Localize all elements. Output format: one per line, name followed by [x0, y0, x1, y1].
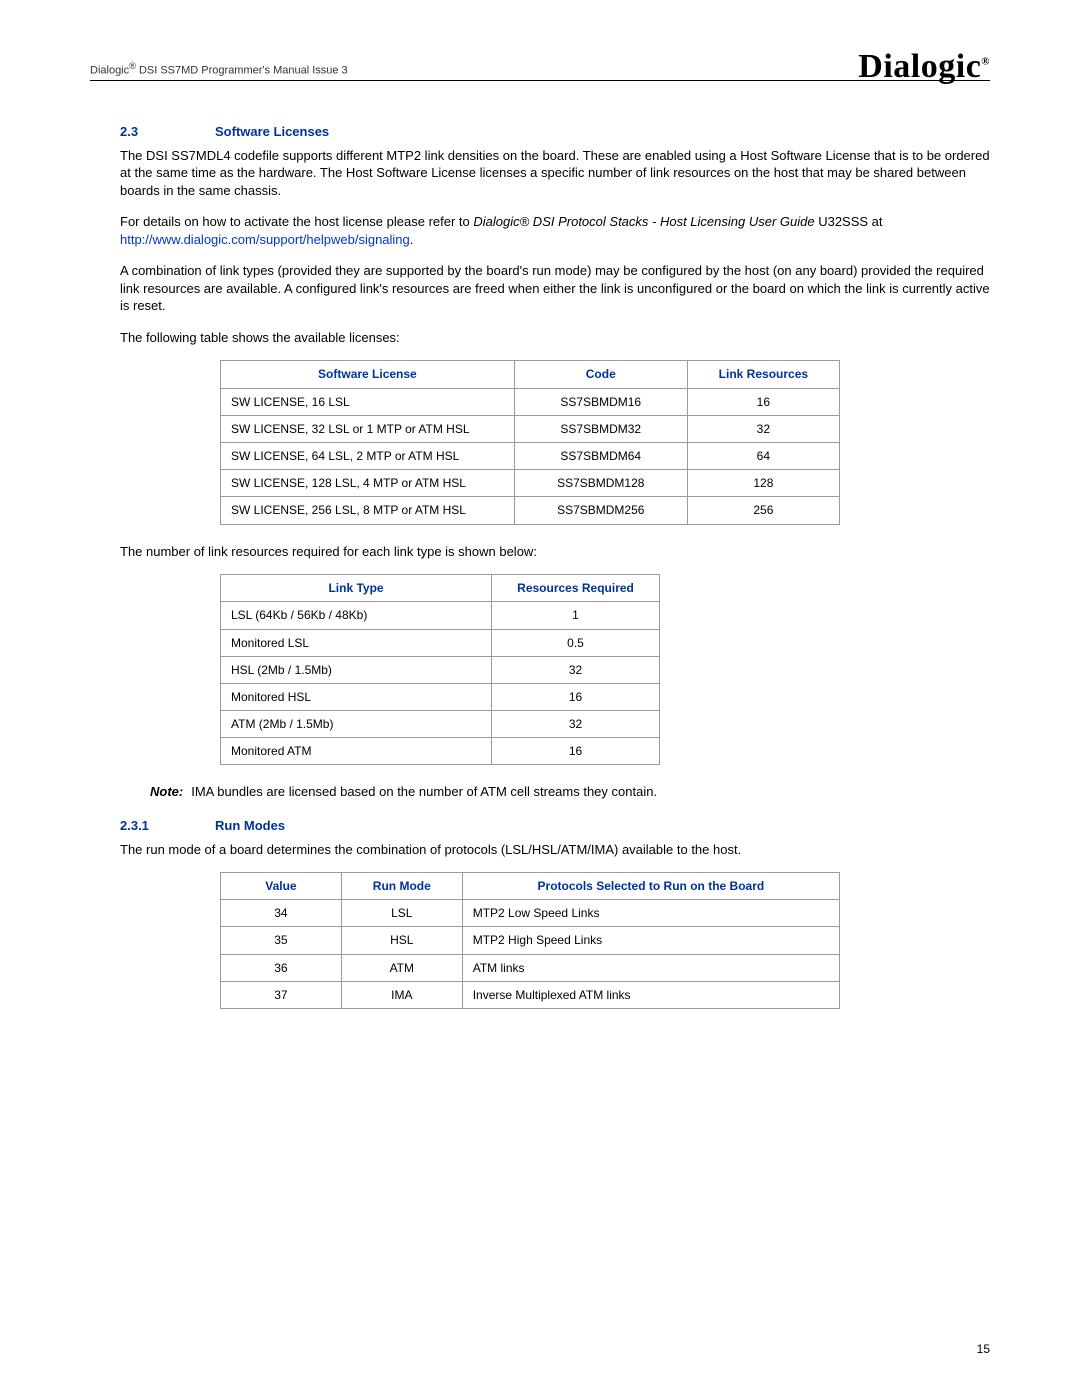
col-header: Link Type: [221, 575, 492, 602]
cell-license: SW LICENSE, 128 LSL, 4 MTP or ATM HSL: [221, 470, 515, 497]
paragraph: For details on how to activate the host …: [120, 213, 990, 248]
paragraph: The run mode of a board determines the c…: [120, 841, 990, 859]
section-number: 2.3: [120, 123, 215, 141]
col-header: Protocols Selected to Run on the Board: [462, 873, 839, 900]
cell-linktype: HSL (2Mb / 1.5Mb): [221, 656, 492, 683]
runmodes-table: Value Run Mode Protocols Selected to Run…: [220, 872, 840, 1009]
section-heading-2-3: 2.3 Software Licenses: [120, 123, 990, 141]
section-number: 2.3.1: [120, 817, 215, 835]
text: .: [410, 232, 414, 247]
cell-resources: 256: [687, 497, 839, 524]
paragraph: A combination of link types (provided th…: [120, 262, 990, 315]
cell-resources: 64: [687, 443, 839, 470]
section-heading-2-3-1: 2.3.1 Run Modes: [120, 817, 990, 835]
note-block: Note: IMA bundles are licensed based on …: [150, 783, 990, 801]
dialogic-logo: Dialogic®: [858, 50, 990, 84]
cell-req: 0.5: [492, 629, 660, 656]
table-row: SW LICENSE, 256 LSL, 8 MTP or ATM HSL SS…: [221, 497, 840, 524]
col-header: Software License: [221, 361, 515, 388]
cell-value: 37: [221, 981, 342, 1008]
support-link[interactable]: http://www.dialogic.com/support/helpweb/…: [120, 232, 410, 247]
cell-value: 35: [221, 927, 342, 954]
cell-proto: ATM links: [462, 954, 839, 981]
table-row: 37 IMA Inverse Multiplexed ATM links: [221, 981, 840, 1008]
cell-mode: HSL: [341, 927, 462, 954]
section-title: Run Modes: [215, 817, 285, 835]
cell-code: SS7SBMDM32: [514, 415, 687, 442]
cell-value: 36: [221, 954, 342, 981]
cell-mode: IMA: [341, 981, 462, 1008]
cell-linktype: Monitored LSL: [221, 629, 492, 656]
cell-req: 1: [492, 602, 660, 629]
note-text: IMA bundles are licensed based on the nu…: [191, 783, 657, 801]
cell-resources: 128: [687, 470, 839, 497]
text: For details on how to activate the host …: [120, 214, 473, 229]
col-header: Run Mode: [341, 873, 462, 900]
linktype-table: Link Type Resources Required LSL (64Kb /…: [220, 574, 660, 765]
doc-title-suffix: DSI SS7MD Programmer's Manual Issue 3: [136, 64, 348, 76]
cell-value: 34: [221, 900, 342, 927]
table-row: LSL (64Kb / 56Kb / 48Kb) 1: [221, 602, 660, 629]
table-header-row: Value Run Mode Protocols Selected to Run…: [221, 873, 840, 900]
table-row: 34 LSL MTP2 Low Speed Links: [221, 900, 840, 927]
col-header: Value: [221, 873, 342, 900]
reg-mark: ®: [129, 61, 136, 71]
paragraph: The number of link resources required fo…: [120, 543, 990, 561]
cell-req: 32: [492, 711, 660, 738]
table-header-row: Link Type Resources Required: [221, 575, 660, 602]
table-header-row: Software License Code Link Resources: [221, 361, 840, 388]
cell-license: SW LICENSE, 16 LSL: [221, 388, 515, 415]
table-row: Monitored LSL 0.5: [221, 629, 660, 656]
cell-code: SS7SBMDM256: [514, 497, 687, 524]
doc-title-prefix: Dialogic: [90, 64, 129, 76]
table-row: Monitored HSL 16: [221, 683, 660, 710]
cell-req: 16: [492, 683, 660, 710]
table-row: SW LICENSE, 64 LSL, 2 MTP or ATM HSL SS7…: [221, 443, 840, 470]
cell-mode: LSL: [341, 900, 462, 927]
doc-ref-italic: Dialogic® DSI Protocol Stacks - Host Lic…: [473, 214, 814, 229]
cell-proto: MTP2 High Speed Links: [462, 927, 839, 954]
logo-reg: ®: [981, 56, 990, 68]
note-label: Note:: [150, 783, 183, 801]
table-row: SW LICENSE, 32 LSL or 1 MTP or ATM HSL S…: [221, 415, 840, 442]
cell-proto: Inverse Multiplexed ATM links: [462, 981, 839, 1008]
col-header: Code: [514, 361, 687, 388]
table-row: Monitored ATM 16: [221, 738, 660, 765]
doc-title: Dialogic® DSI SS7MD Programmer's Manual …: [90, 60, 348, 79]
cell-linktype: LSL (64Kb / 56Kb / 48Kb): [221, 602, 492, 629]
cell-code: SS7SBMDM16: [514, 388, 687, 415]
table-row: 35 HSL MTP2 High Speed Links: [221, 927, 840, 954]
cell-resources: 16: [687, 388, 839, 415]
section-title: Software Licenses: [215, 123, 329, 141]
table-row: SW LICENSE, 128 LSL, 4 MTP or ATM HSL SS…: [221, 470, 840, 497]
cell-license: SW LICENSE, 64 LSL, 2 MTP or ATM HSL: [221, 443, 515, 470]
table-row: SW LICENSE, 16 LSL SS7SBMDM16 16: [221, 388, 840, 415]
cell-req: 16: [492, 738, 660, 765]
text: U32SSS at: [815, 214, 883, 229]
col-header: Link Resources: [687, 361, 839, 388]
cell-license: SW LICENSE, 256 LSL, 8 MTP or ATM HSL: [221, 497, 515, 524]
table-row: HSL (2Mb / 1.5Mb) 32: [221, 656, 660, 683]
cell-proto: MTP2 Low Speed Links: [462, 900, 839, 927]
page-header: Dialogic® DSI SS7MD Programmer's Manual …: [90, 44, 990, 81]
licenses-table: Software License Code Link Resources SW …: [220, 360, 840, 524]
paragraph: The following table shows the available …: [120, 329, 990, 347]
cell-code: SS7SBMDM64: [514, 443, 687, 470]
table-row: ATM (2Mb / 1.5Mb) 32: [221, 711, 660, 738]
cell-linktype: Monitored ATM: [221, 738, 492, 765]
col-header: Resources Required: [492, 575, 660, 602]
table-row: 36 ATM ATM links: [221, 954, 840, 981]
cell-code: SS7SBMDM128: [514, 470, 687, 497]
page-number: 15: [977, 1341, 990, 1357]
logo-text: Dialogic: [858, 48, 981, 85]
cell-req: 32: [492, 656, 660, 683]
cell-linktype: ATM (2Mb / 1.5Mb): [221, 711, 492, 738]
cell-resources: 32: [687, 415, 839, 442]
cell-license: SW LICENSE, 32 LSL or 1 MTP or ATM HSL: [221, 415, 515, 442]
cell-linktype: Monitored HSL: [221, 683, 492, 710]
cell-mode: ATM: [341, 954, 462, 981]
paragraph: The DSI SS7MDL4 codefile supports differ…: [120, 147, 990, 200]
